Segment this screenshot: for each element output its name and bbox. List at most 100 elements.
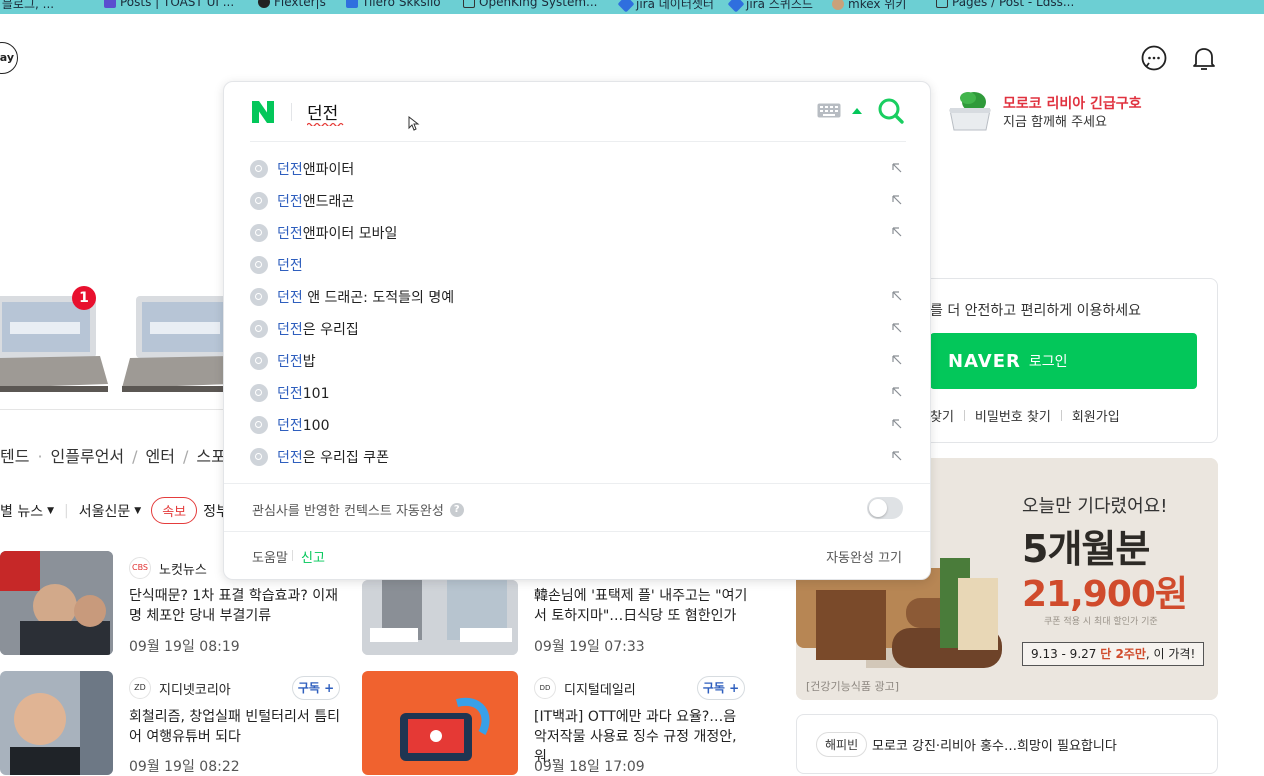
suggestion-match: 던전	[277, 354, 303, 370]
find-password-link[interactable]: 비밀번호 찾기	[975, 406, 1051, 425]
notice-title[interactable]: 모로코 리비아 긴급구호	[1003, 93, 1142, 113]
chevron-down-icon[interactable]: ▼	[47, 506, 54, 516]
collapse-arrow-icon[interactable]	[852, 108, 862, 114]
search-history-icon	[250, 352, 268, 370]
report-link[interactable]: 신고	[301, 547, 325, 566]
news-thumbnail[interactable]	[0, 551, 113, 655]
bookmark-item[interactable]: Tilero Skkslio	[346, 0, 441, 9]
suggestion-item[interactable]: 던전100	[250, 409, 906, 441]
bell-icon[interactable]	[1190, 44, 1218, 72]
fill-query-arrow-icon[interactable]	[890, 449, 904, 463]
help-link[interactable]: 도움말	[252, 547, 288, 566]
context-toggle[interactable]	[867, 497, 903, 519]
fill-query-arrow-icon[interactable]	[890, 353, 904, 367]
subscribe-button[interactable]: 구독 +	[292, 676, 340, 700]
bookmark-item[interactable]: Posts | TOAST UI ...	[104, 0, 234, 9]
news-thumbnail[interactable]	[362, 580, 518, 655]
press-name[interactable]: 서울신문	[79, 501, 131, 521]
search-icon[interactable]	[876, 96, 906, 126]
suggestion-item[interactable]: 던전 앤 드래곤: 도적들의 명예	[250, 281, 906, 313]
news-time: 09월 18일 17:09	[534, 759, 645, 775]
bookmark-item[interactable]: mkex 위키	[832, 0, 906, 12]
fill-query-arrow-icon[interactable]	[890, 225, 904, 239]
suggestion-match: 던전	[277, 386, 303, 402]
keyboard-icon[interactable]	[817, 103, 841, 118]
naver-login-button[interactable]: NAVER 로그인	[930, 333, 1197, 389]
divider: |	[64, 502, 69, 519]
news-thumbnail[interactable]	[362, 671, 518, 775]
fill-query-arrow-icon[interactable]	[890, 289, 904, 303]
bookmark-item[interactable]: 기발 블로그, ...	[0, 0, 54, 12]
subscribe-button[interactable]: 구독 +	[697, 676, 745, 700]
suggestion-text: 던전101	[277, 383, 330, 403]
category-tab[interactable]: 엔터	[146, 447, 175, 466]
suggestion-text: 던전앤파이터	[277, 159, 354, 179]
news-source[interactable]: CBS 노컷뉴스	[129, 557, 207, 579]
product-image[interactable]	[120, 296, 230, 396]
fill-query-arrow-icon[interactable]	[890, 417, 904, 431]
product-image[interactable]	[0, 296, 110, 396]
happybean-text[interactable]: 모로코 강진·리비아 홍수…희망이 필요합니다	[872, 735, 1117, 754]
suggestion-item[interactable]: 던전밥	[250, 345, 906, 377]
suggestion-rest: 앤파이터 모바일	[302, 226, 398, 242]
bookmark-item[interactable]: Flexter|s	[258, 0, 326, 9]
news-title[interactable]: 韓손님에 '표택제 플' 내주고는 "여기서 토하지마"…日식당 또 혐한인가	[534, 586, 749, 626]
suggestion-item[interactable]: 던전은 우리집 쿠폰	[250, 441, 906, 473]
find-id-link[interactable]: 찾기	[930, 406, 954, 425]
divider	[1060, 410, 1062, 421]
autocomplete-off-link[interactable]: 자동완성 끄기	[826, 547, 902, 566]
search-history-icon	[250, 416, 268, 434]
chevron-down-icon[interactable]: ▼	[134, 506, 141, 516]
breaking-badge[interactable]: 속보	[151, 497, 198, 524]
ad-note: 쿠폰 적용 시 최대 할인가 기준	[1044, 617, 1158, 627]
slash-separator: /	[132, 447, 138, 466]
news-title[interactable]: 회철리즘, 창업실패 빈털터리서 틈티어 여행유튜버 되다	[129, 707, 344, 747]
bookmark-item[interactable]: Pages / Post - Ldss...	[936, 0, 1074, 9]
bookmarks-bar: 기발 블로그, ... Posts | TOAST UI ... Flexter…	[0, 0, 1264, 14]
suggestion-item[interactable]: 던전앤파이터 모바일	[250, 217, 906, 249]
talk-icon[interactable]	[1140, 44, 1168, 72]
jira-icon	[727, 0, 745, 12]
suggestion-match: 던전	[277, 194, 303, 210]
category-tab[interactable]: 스포	[196, 447, 225, 466]
suggestion-match: 던전	[277, 418, 303, 434]
news-source[interactable]: ZD 지디넷코리아	[129, 677, 231, 699]
pay-button[interactable]: ay	[0, 42, 18, 74]
search-input[interactable]	[307, 98, 687, 124]
search-history-icon	[250, 448, 268, 466]
news-title[interactable]: 단식때문? 1차 표결 학습효과? 이재명 체포안 당내 부결기류	[129, 586, 344, 626]
github-icon	[258, 0, 270, 8]
notice-subtitle[interactable]: 지금 함께해 주세요	[1003, 111, 1107, 130]
ad-date: 9.13 - 9.27	[1031, 647, 1097, 661]
bookmark-item[interactable]: jira 데이터셋터	[617, 0, 714, 12]
bookmark-label: OpenKing System...	[479, 0, 598, 9]
help-icon[interactable]: ?	[449, 502, 464, 517]
search-autocomplete-panel: 던전앤파이터 던전앤드래곤 던전앤파이터 모바일 던전 던전 앤 드래곤: 도적…	[223, 81, 931, 580]
category-tab[interactable]: 인플루언서	[51, 447, 125, 466]
press-logo-icon: DD	[534, 677, 556, 699]
suggestion-item[interactable]: 던전은 우리집	[250, 313, 906, 345]
fill-query-arrow-icon[interactable]	[890, 193, 904, 207]
naver-logo-icon[interactable]	[250, 99, 276, 125]
bookmark-item[interactable]: jira 스퀴즈드	[727, 0, 813, 12]
bookmark-item[interactable]: OpenKing System...	[463, 0, 597, 9]
suggestion-text: 던전은 우리집	[277, 319, 359, 339]
press-filter[interactable]: 별 뉴스	[0, 501, 43, 521]
category-tab[interactable]: 텐드	[0, 447, 29, 466]
fill-query-arrow-icon[interactable]	[890, 321, 904, 335]
fill-query-arrow-icon[interactable]	[890, 385, 904, 399]
signup-link[interactable]: 회원가입	[1072, 406, 1120, 425]
suggestion-item[interactable]: 던전앤드래곤	[250, 185, 906, 217]
search-history-icon	[250, 256, 268, 274]
divider	[291, 103, 292, 121]
suggestion-item[interactable]: 던전앤파이터	[250, 153, 906, 185]
news-thumbnail[interactable]	[0, 671, 113, 775]
ad-headline: 오늘만 기다렸어요!	[1022, 496, 1168, 517]
suggestion-item[interactable]: 던전101	[250, 377, 906, 409]
news-source[interactable]: DD 디지털데일리	[534, 677, 636, 699]
fill-query-arrow-icon[interactable]	[890, 161, 904, 175]
subscribe-label: 구독	[297, 681, 320, 695]
suggestion-item[interactable]: 던전	[250, 249, 906, 281]
suggestion-match: 던전	[277, 226, 303, 242]
bookmark-label: 기발 블로그, ...	[0, 0, 55, 11]
